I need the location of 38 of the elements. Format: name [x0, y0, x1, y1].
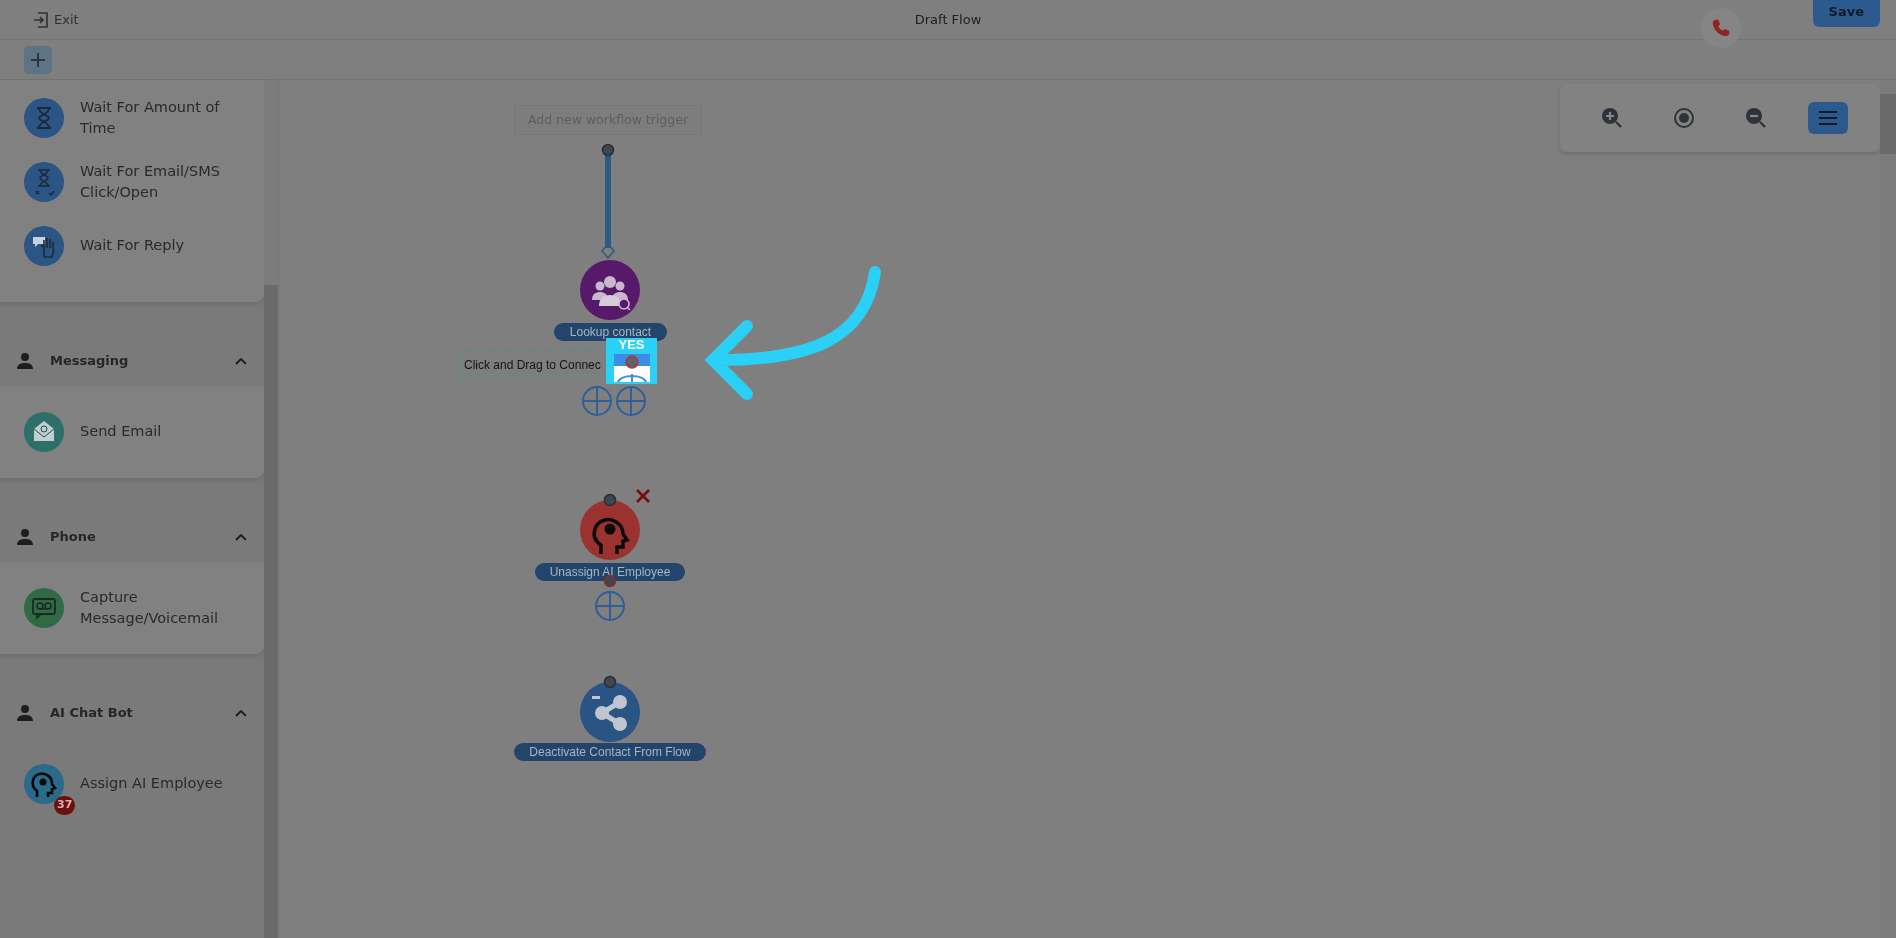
- sidebar-item[interactable]: Wait For Amount of Time: [24, 90, 240, 146]
- exit-icon: [32, 10, 50, 29]
- section-header[interactable]: AI Chat Bot: [0, 688, 264, 738]
- section-title: AI Chat Bot: [50, 704, 133, 723]
- connector-handle-icon: [611, 352, 652, 382]
- plus-icon: [30, 51, 46, 68]
- section-header[interactable]: Phone: [0, 512, 264, 562]
- branch-label: YES: [618, 338, 645, 352]
- node-label[interactable]: Lookup contact: [554, 323, 667, 341]
- sidebar-item[interactable]: Wait For Email/SMS Click/Open: [24, 154, 240, 210]
- add-button[interactable]: [24, 45, 52, 74]
- zoom-out-icon: [1744, 106, 1768, 130]
- contacts-search-icon[interactable]: [580, 260, 640, 320]
- connector-dot[interactable]: [603, 574, 617, 588]
- count-badge: 37: [54, 796, 76, 815]
- toolbar-button[interactable]: [1808, 102, 1848, 134]
- head-gear-icon[interactable]: [580, 500, 640, 560]
- section-title: Messaging: [50, 352, 129, 371]
- sidebar-item[interactable]: Assign AI Employee 37: [24, 756, 240, 812]
- save-button[interactable]: Save: [1812, 0, 1880, 27]
- tooltip: Click and Drag to Connec: [459, 351, 606, 377]
- exit-button[interactable]: Exit: [32, 9, 79, 30]
- target-icon: [1672, 106, 1696, 130]
- person-icon: [16, 352, 34, 370]
- share-icon[interactable]: [580, 682, 640, 742]
- connector-dot[interactable]: [603, 493, 617, 507]
- section-title: Phone: [50, 528, 96, 547]
- person-icon: [16, 528, 34, 546]
- zoom-in-icon: [1600, 106, 1624, 130]
- connector-dot[interactable]: [603, 675, 617, 689]
- node-label[interactable]: Deactivate Contact From Flow: [514, 743, 706, 761]
- connector-dot[interactable]: [601, 143, 615, 157]
- section-header[interactable]: Messaging: [0, 336, 264, 386]
- node-label[interactable]: Unassign AI Employee: [535, 563, 685, 581]
- person-icon: [16, 704, 34, 722]
- window-title: Draft Flow: [914, 10, 982, 29]
- close-icon[interactable]: [635, 488, 651, 504]
- sidebar-item[interactable]: Wait For Reply: [24, 218, 240, 274]
